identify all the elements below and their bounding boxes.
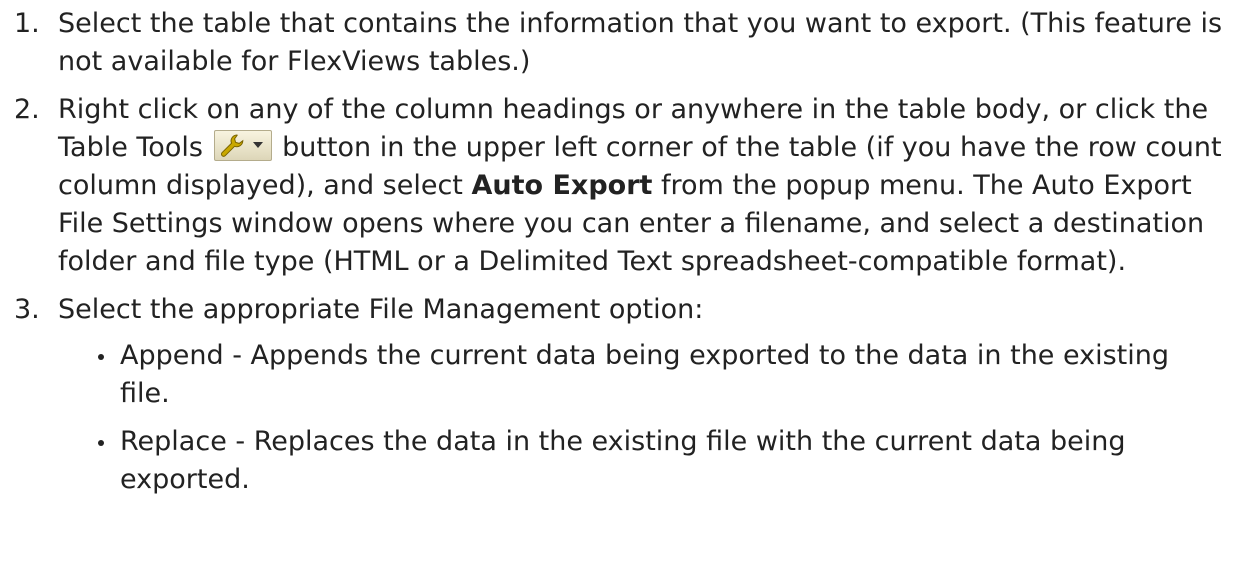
wrench-icon: [220, 134, 243, 157]
bullet-icon: [98, 354, 104, 360]
step-number: 2.: [14, 94, 40, 125]
table-tools-button[interactable]: [213, 130, 272, 161]
option-text: Append - Appends the current data being …: [120, 340, 1170, 409]
step-3: 3. Select the appropriate File Managemen…: [0, 291, 1235, 499]
step-number: 1.: [14, 8, 40, 39]
step-number: 3.: [14, 294, 40, 325]
step-2: 2. Right click on any of the column head…: [0, 91, 1235, 281]
option-text: Replace - Replaces the data in the exist…: [120, 426, 1126, 495]
chevron-down-icon: [252, 142, 263, 148]
instruction-steps: 1. Select the table that contains the in…: [0, 5, 1235, 509]
file-management-options: Append - Appends the current data being …: [58, 337, 1223, 499]
step-text: Select the table that contains the infor…: [58, 8, 1223, 77]
auto-export-label: Auto Export: [471, 170, 653, 201]
step-1: 1. Select the table that contains the in…: [0, 5, 1235, 81]
bullet-icon: [98, 440, 104, 446]
step-text: Select the appropriate File Management o…: [58, 294, 704, 325]
list-item: Replace - Replaces the data in the exist…: [58, 423, 1223, 499]
list-item: Append - Appends the current data being …: [58, 337, 1223, 413]
